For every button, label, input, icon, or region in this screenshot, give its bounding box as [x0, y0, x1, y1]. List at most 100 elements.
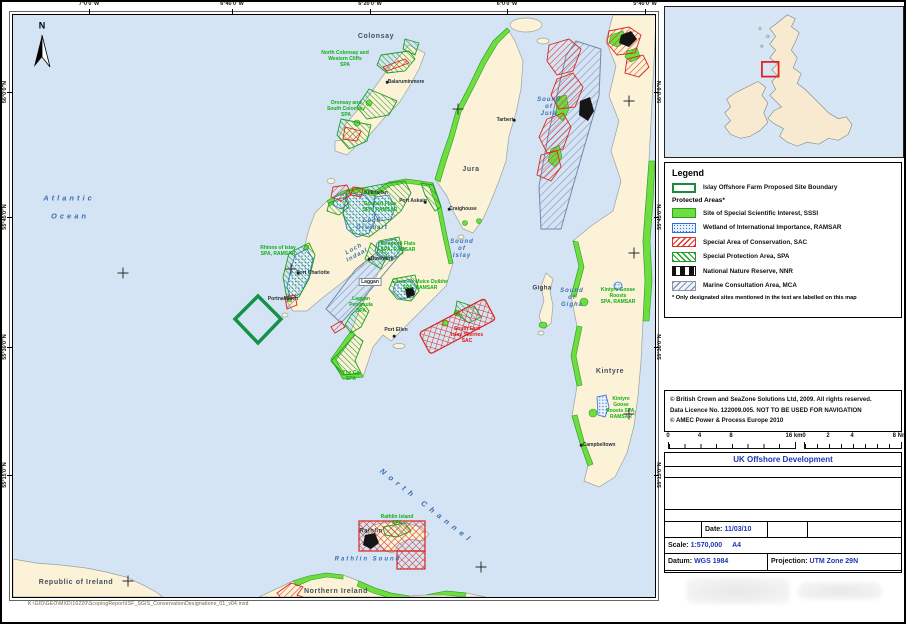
map-canvas: N Colonsay Balaruminmore North Colonsay and…	[12, 14, 656, 598]
datum-label: Datum:	[668, 558, 692, 565]
longitude-label: 7°0'0"W	[79, 1, 99, 7]
inset-uk-map	[665, 7, 900, 154]
scale-label: 8	[729, 433, 732, 439]
map-label: Republic of Ireland	[39, 579, 113, 587]
map-labels-layer: N Colonsay Balaruminmore North Colonsay and…	[13, 15, 655, 597]
scale-ruler	[804, 442, 902, 449]
map-label: Kintyre Goose Roosts SPA, RAMSAR	[600, 287, 637, 305]
map-label: Oronsay and South Colonsay SPA	[327, 100, 365, 118]
scale-bar-nm: 0248 Nm	[804, 433, 906, 452]
scale-bar-km: 04816 km	[668, 433, 808, 452]
map-label: Craighouse	[449, 206, 477, 212]
tick-mark	[645, 9, 646, 14]
legend-item-sac: Special Area of Conservation, SAC	[672, 237, 894, 248]
legend-protected-header: Protected Areas*	[672, 197, 894, 204]
tick-mark	[654, 475, 659, 476]
inset-overview-map	[664, 6, 904, 158]
map-label: Ocean	[51, 212, 89, 221]
legend-footnote: * Only designated sites mentioned in the…	[672, 295, 894, 301]
nnr-swatch-icon	[672, 266, 696, 276]
map-label: Tarbert	[497, 117, 514, 123]
spa-swatch-icon	[672, 252, 696, 262]
place-marker-dot	[297, 272, 300, 275]
map-label: Loch Gruinart	[356, 218, 388, 232]
title-block: UK Offshore Development Date: 11/03/10 S…	[664, 452, 902, 573]
legend-item-label: Islay Offshore Farm Proposed Site Bounda…	[703, 184, 837, 191]
map-label: Portnahaven	[268, 296, 298, 302]
graticule-cross	[286, 264, 297, 275]
tick-mark	[654, 217, 659, 218]
scale-label: Scale:	[668, 542, 689, 549]
title-block-empty-row	[665, 510, 901, 522]
copyright-box: © British Crown and SeaZone Solutions Lt…	[664, 390, 902, 432]
map-label: South East Islay Skerries SAC	[451, 326, 483, 344]
map-label: Rathlin Island SPA	[381, 514, 414, 526]
graticule-cross	[624, 409, 635, 420]
sac-swatch-icon	[672, 237, 696, 247]
graticule-cross	[476, 562, 487, 573]
copyright-line: © AMEC Power & Process Europe 2010	[670, 416, 896, 427]
map-label: Colonsay	[358, 33, 394, 41]
longitude-label: 6°0'0"W	[497, 1, 517, 7]
tick-mark	[507, 9, 508, 14]
logo-placeholder	[686, 578, 790, 604]
legend-items: Site of Special Scientific Interest, SSS…	[672, 208, 894, 292]
graticule-cross	[624, 96, 635, 107]
scale-label: 4	[850, 433, 853, 439]
tick-mark	[654, 92, 659, 93]
document-file-path: K:\GID\GEO\MXD\16220\ScopingReport\ISF_S…	[28, 601, 249, 607]
map-label: Eilean na Muice Duibhe SPA, RAMSAR	[392, 279, 448, 291]
boundary-swatch-icon	[672, 183, 696, 193]
map-label: Sound of Gigha	[560, 288, 584, 310]
legend-item-mca: Marine Consultation Area, MCA	[672, 280, 894, 291]
map-sheet: N Colonsay Balaruminmore North Colonsay and…	[0, 0, 906, 624]
map-label: N	[39, 21, 46, 32]
map-label: Gigha	[532, 285, 551, 292]
map-label: Laggan Peninsula SPA	[349, 296, 373, 314]
map-label: Loch Indaal	[342, 241, 369, 265]
ramsar-swatch-icon	[672, 223, 696, 233]
map-label: Killinallan	[364, 190, 388, 196]
legend-item-label: National Nature Reserve, NNR	[703, 268, 793, 275]
legend-item-spa: Special Protection Area, SPA	[672, 251, 894, 262]
legend-item-label: Special Protection Area, SPA	[703, 253, 789, 260]
tick-mark	[89, 9, 90, 14]
place-marker-dot	[448, 208, 451, 211]
legend-item-sssi: Site of Special Scientific Interest, SSS…	[672, 208, 894, 219]
map-label: North Colonsay and Western Cliffs SPA	[321, 50, 369, 68]
map-label: Port Ellen	[384, 327, 407, 333]
title-block-empty-row	[665, 478, 901, 510]
tick-mark	[7, 347, 12, 348]
map-label: Balaruminmore	[388, 79, 425, 85]
graticule-cross	[629, 248, 640, 259]
scale-ruler	[668, 442, 796, 449]
place-marker-dot	[393, 335, 396, 338]
date-row: Date: 11/03/10	[665, 522, 901, 538]
scale-bars: 04816 km0248 Nm	[664, 433, 902, 452]
map-label: Gruinart Flats SPA, RAMSAR	[363, 201, 398, 213]
map-label: Rathlin Sound	[335, 556, 402, 563]
title-block-empty-row	[665, 467, 901, 478]
map-label: Port Charlotte	[296, 270, 329, 276]
datum-value: WGS 1984	[694, 558, 728, 565]
logo-placeholder	[798, 582, 882, 600]
scale-label: 16 km	[785, 433, 802, 439]
map-label: Sound of Jura	[537, 97, 561, 119]
date-cell: Date: 11/03/10	[701, 522, 767, 537]
scale-label: 0	[802, 433, 805, 439]
tick-mark	[7, 217, 12, 218]
scale-value: 1:570,000	[691, 542, 723, 549]
tick-mark	[370, 9, 371, 14]
map-label: Bridgend Flats SPA, RAMSAR	[380, 241, 415, 253]
scale-label: 8 Nm	[893, 433, 906, 439]
projection-label: Projection:	[771, 558, 808, 565]
map-label: Kintyre	[596, 368, 624, 376]
map-label: Port Askaig	[399, 198, 427, 204]
legend-item-label: Wetland of International Importance, RAM…	[703, 224, 841, 231]
map-label: North Channel	[378, 467, 475, 546]
legend-item-boundary: Islay Offshore Farm Proposed Site Bounda…	[672, 182, 894, 193]
map-label: Rathlin	[359, 528, 382, 535]
place-marker-dot	[424, 201, 427, 204]
graticule-cross	[118, 268, 129, 279]
graticule-cross	[453, 104, 464, 115]
